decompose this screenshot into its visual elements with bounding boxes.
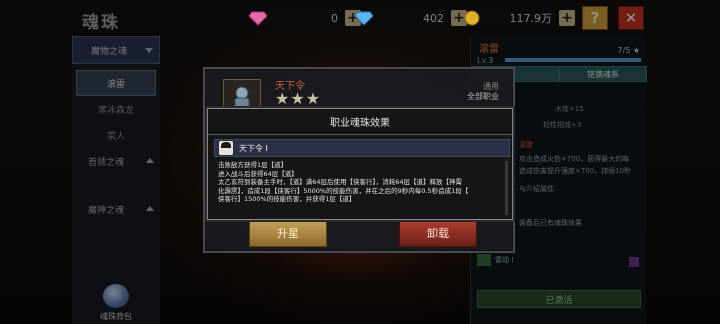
job-soul-effect-dialog: 职业魂珠效果 天下令 I 击败敌方获得1层【道】 进入战斗后获得64层【道】 太… xyxy=(207,108,513,220)
gold-coin-icon xyxy=(464,10,480,26)
effect-line: 侠客行】1500%的技能伤害，并获得1层【道】 xyxy=(218,195,356,204)
card-job: 全部职业 xyxy=(467,92,499,101)
dialog-title: 职业魂珠效果 xyxy=(208,109,512,135)
character-avatar xyxy=(219,141,233,155)
unload-button[interactable]: 卸载 xyxy=(399,219,477,247)
effect-name: 天下令 I xyxy=(239,143,268,153)
blue-gem-icon xyxy=(354,11,374,26)
pink-gem-icon xyxy=(248,11,268,26)
dialog-scrollbar[interactable] xyxy=(505,161,508,215)
effect-line: 太乙玄符到装备主手时，【道】满64层后使用【侠客行】，消耗64层【道】释放【神霄 xyxy=(218,178,463,187)
effect-header: 天下令 I xyxy=(214,139,510,157)
armor-icon xyxy=(234,86,250,109)
upgrade-button[interactable]: 升星 xyxy=(249,219,327,247)
dialog-body: 天下令 I 击败敌方获得1层【道】 进入战斗后获得64层【道】 太乙玄符到装备主… xyxy=(214,139,510,217)
effect-description: 击败敌方获得1层【道】 进入战斗后获得64层【道】 太乙玄符到装备主手时，【道】… xyxy=(214,157,510,204)
effect-line: 击败敌方获得1层【道】 xyxy=(218,161,288,169)
star-rating: ★★★ xyxy=(275,89,322,108)
effect-line: 进入战斗后获得64层【道】 xyxy=(218,169,298,178)
